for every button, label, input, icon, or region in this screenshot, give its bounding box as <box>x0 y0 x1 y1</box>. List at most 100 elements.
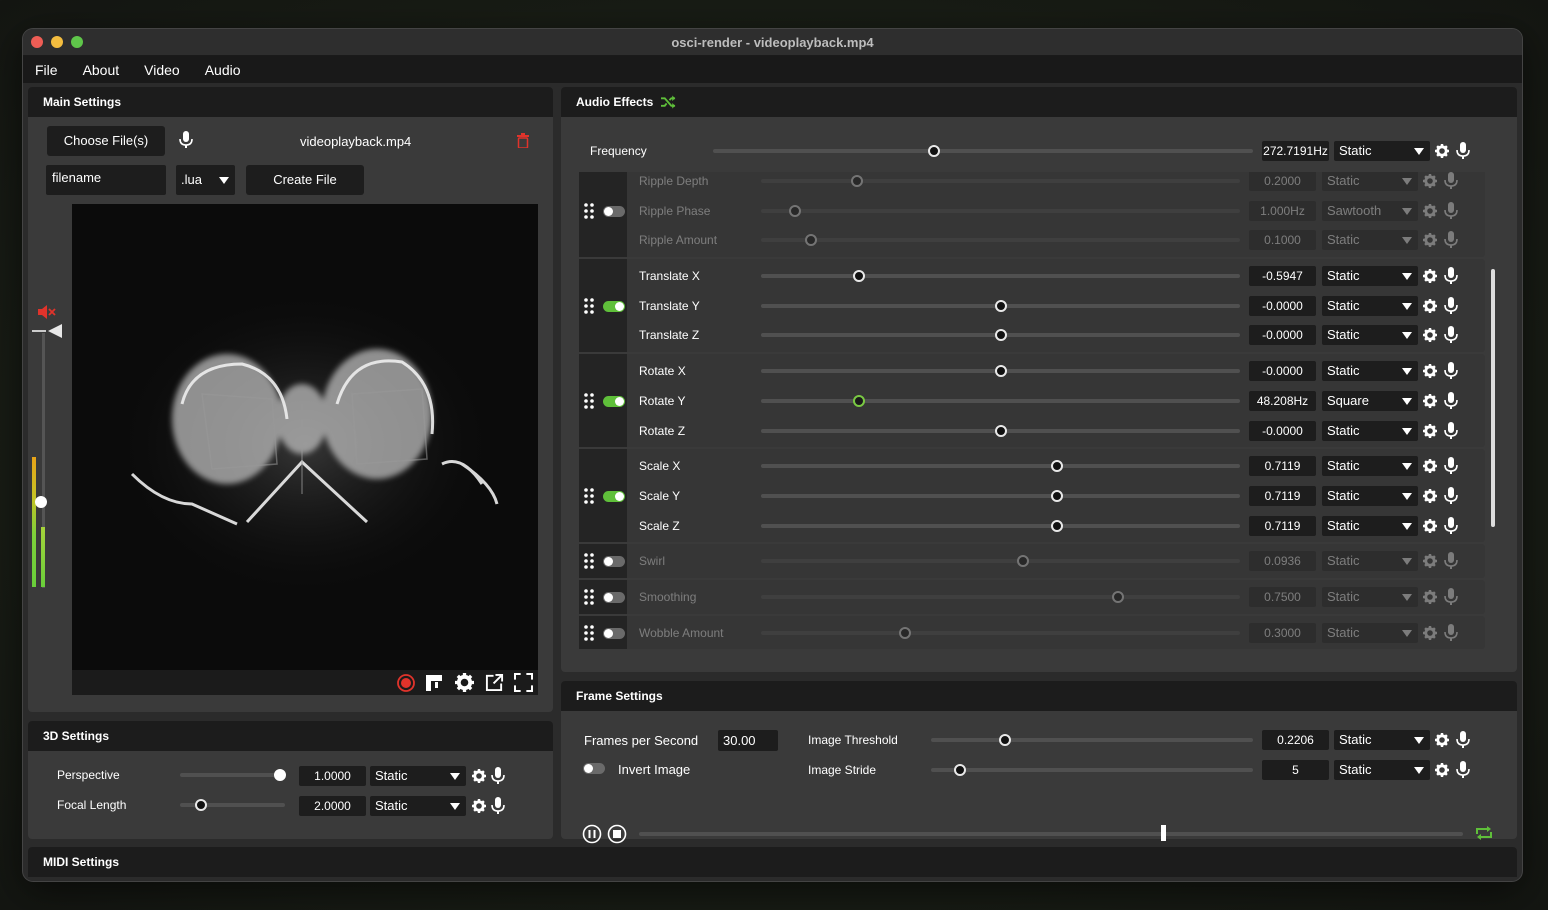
effect-slider-knob[interactable] <box>1050 460 1063 473</box>
gear-icon[interactable] <box>1423 364 1437 379</box>
perspective-slider[interactable] <box>180 773 285 777</box>
gear-icon[interactable] <box>1423 203 1437 218</box>
effect-slider[interactable] <box>761 208 1240 213</box>
frequency-knob[interactable] <box>928 145 941 157</box>
effect-slider-knob[interactable] <box>788 204 801 217</box>
minimize-window-button[interactable] <box>51 36 63 48</box>
gear-icon[interactable] <box>1423 423 1437 438</box>
effect-mode-select[interactable]: Static <box>1322 456 1418 477</box>
invert-image-toggle[interactable] <box>583 763 605 774</box>
visualiser-settings-icon[interactable] <box>455 673 474 692</box>
gear-icon[interactable] <box>1423 393 1437 408</box>
effect-mode-select[interactable]: Static <box>1322 230 1418 251</box>
microphone-icon[interactable] <box>1444 391 1458 410</box>
effect-value[interactable]: 0.0936 <box>1249 551 1316 572</box>
effects-scrollbar[interactable] <box>1491 269 1495 527</box>
microphone-icon[interactable] <box>1444 362 1458 380</box>
effect-value[interactable]: 0.7119 <box>1249 456 1316 477</box>
volume-threshold-marker[interactable] <box>32 324 62 338</box>
gear-icon[interactable] <box>1423 298 1437 313</box>
effect-mode-select[interactable]: Static <box>1322 295 1418 316</box>
microphone-icon[interactable] <box>1444 552 1458 570</box>
effect-mode-select[interactable]: Static <box>1322 325 1418 346</box>
effect-value[interactable]: 0.7500 <box>1249 587 1316 608</box>
focal-length-knob[interactable] <box>195 799 207 811</box>
close-window-button[interactable] <box>31 36 43 48</box>
effect-value[interactable]: -0.0000 <box>1249 325 1316 346</box>
microphone-icon[interactable] <box>1444 516 1458 535</box>
image-threshold-value[interactable]: 0.2206 <box>1262 730 1329 750</box>
effect-slider-knob[interactable] <box>898 626 911 639</box>
effect-slider[interactable] <box>761 464 1240 469</box>
effect-slider[interactable] <box>761 238 1240 243</box>
effect-mode-select[interactable]: Static <box>1322 622 1418 643</box>
effect-mode-select[interactable]: Square <box>1322 390 1418 411</box>
loop-icon[interactable] <box>1475 825 1493 841</box>
effect-value[interactable]: 48.208Hz <box>1249 390 1316 411</box>
delete-file-icon[interactable] <box>517 133 529 148</box>
fps-input[interactable]: 30.00 <box>718 730 778 751</box>
image-threshold-mode-select[interactable]: Static <box>1334 730 1430 750</box>
effect-mode-select[interactable]: Sawtooth <box>1322 200 1418 221</box>
effect-slider-knob[interactable] <box>994 424 1007 437</box>
record-icon[interactable] <box>397 674 415 692</box>
effect-slider[interactable] <box>761 595 1240 600</box>
effect-value[interactable]: -0.0000 <box>1249 420 1316 441</box>
playback-progress-handle[interactable] <box>1161 825 1167 841</box>
effect-value[interactable]: 0.3000 <box>1249 622 1316 643</box>
effect-value[interactable]: -0.0000 <box>1249 295 1316 316</box>
focal-length-value[interactable]: 2.0000 <box>299 796 366 816</box>
extension-select[interactable]: .lua <box>176 165 235 195</box>
popout-icon[interactable] <box>485 673 504 692</box>
microphone-icon[interactable] <box>1444 231 1458 249</box>
microphone-icon[interactable] <box>491 767 505 785</box>
image-stride-knob[interactable] <box>953 764 966 776</box>
gear-icon[interactable] <box>1423 233 1437 248</box>
effect-slider-knob[interactable] <box>1050 519 1063 532</box>
effect-value[interactable]: -0.5947 <box>1249 266 1316 287</box>
perspective-value[interactable]: 1.0000 <box>299 766 366 786</box>
frequency-value[interactable]: 272.7191Hz <box>1262 141 1329 161</box>
gear-icon[interactable] <box>1423 269 1437 284</box>
image-threshold-slider[interactable] <box>931 738 1253 742</box>
microphone-icon[interactable] <box>1444 296 1458 315</box>
effect-mode-select[interactable]: Static <box>1322 172 1418 191</box>
gear-icon[interactable] <box>1423 328 1437 343</box>
zoom-icon[interactable] <box>425 674 443 692</box>
effect-value[interactable]: 0.7119 <box>1249 515 1316 536</box>
menu-about[interactable]: About <box>83 62 120 78</box>
effect-slider-knob[interactable] <box>1050 489 1063 502</box>
gear-icon[interactable] <box>1423 554 1437 569</box>
gear-icon[interactable] <box>1435 144 1449 158</box>
image-stride-value[interactable]: 5 <box>1262 760 1329 780</box>
menu-video[interactable]: Video <box>144 62 180 78</box>
effect-value[interactable]: 1.000Hz <box>1249 200 1316 221</box>
effect-mode-select[interactable]: Static <box>1322 485 1418 506</box>
microphone-icon[interactable] <box>1444 588 1458 606</box>
gear-icon[interactable] <box>1423 625 1437 640</box>
effect-value[interactable]: 0.2000 <box>1249 172 1316 191</box>
effect-slider[interactable] <box>761 179 1240 183</box>
gear-icon[interactable] <box>1423 459 1437 474</box>
microphone-icon[interactable] <box>1456 761 1470 779</box>
microphone-icon[interactable] <box>1444 326 1458 344</box>
effect-mode-select[interactable]: Static <box>1322 266 1418 287</box>
effect-slider-knob[interactable] <box>853 394 866 407</box>
image-threshold-knob[interactable] <box>999 734 1012 746</box>
microphone-icon[interactable] <box>1444 623 1458 642</box>
choose-files-button[interactable]: Choose File(s) <box>47 126 165 156</box>
effect-value[interactable]: 0.1000 <box>1249 230 1316 251</box>
midi-settings-panel[interactable]: MIDI Settings <box>28 847 1517 877</box>
perspective-mode-select[interactable]: Static <box>370 766 466 786</box>
frequency-slider[interactable] <box>713 149 1253 153</box>
effect-mode-select[interactable]: Static <box>1322 587 1418 608</box>
effect-value[interactable]: 0.7119 <box>1249 485 1316 506</box>
gear-icon[interactable] <box>1423 174 1437 188</box>
playback-progress-slider[interactable] <box>639 832 1463 836</box>
microphone-icon[interactable] <box>179 131 193 149</box>
frequency-mode-select[interactable]: Static <box>1334 141 1430 161</box>
microphone-icon[interactable] <box>1444 201 1458 220</box>
image-stride-slider[interactable] <box>931 768 1253 772</box>
randomize-icon[interactable] <box>661 95 676 109</box>
effect-mode-select[interactable]: Static <box>1322 551 1418 572</box>
